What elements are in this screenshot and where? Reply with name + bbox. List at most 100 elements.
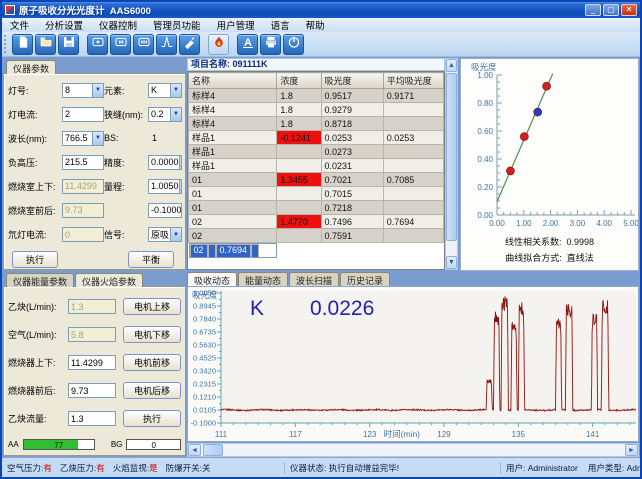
menu-item-file[interactable]: 文件 <box>2 18 37 32</box>
tab-flame-1[interactable]: 仪器火焰参数 <box>75 273 143 287</box>
tab-dynamic-0[interactable]: 吸收动态 <box>187 272 237 286</box>
param-label: 灯号: <box>8 84 62 97</box>
motor-button-2[interactable]: 电机前移 <box>123 354 181 371</box>
param-field-right-1[interactable]: 0.2▼ <box>148 107 182 122</box>
table-row[interactable]: 010.7218 <box>189 201 444 215</box>
param-field-left-0[interactable]: 8▼ <box>62 83 104 98</box>
param-field-left-2[interactable]: 766.5▼ <box>62 131 104 146</box>
power-button[interactable] <box>283 34 304 55</box>
tab-dynamic-2[interactable]: 波长扫描 <box>289 272 339 286</box>
new-file-icon <box>16 35 30 54</box>
wavelength-scan-button[interactable] <box>156 34 177 55</box>
param-field-right-4[interactable]: 1.0050▼ <box>148 179 182 194</box>
motor-button-3[interactable]: 电机后移 <box>123 382 181 399</box>
param-buttons: 执行 平衡 <box>8 249 182 268</box>
chevron-down-icon[interactable]: ▼ <box>92 132 103 145</box>
svg-text:0.00: 0.00 <box>489 219 505 228</box>
table-row[interactable]: 样品10.0273 <box>189 145 444 159</box>
tab-flame-0[interactable]: 仪器能量参数 <box>6 273 74 287</box>
param-field-right-6[interactable]: 原吸▼ <box>148 227 182 242</box>
flame-params-form: 乙炔(L/min):1.3电机上移空气(L/min):5.8电机下移燃烧器上下:… <box>8 297 181 428</box>
chevron-down-icon[interactable]: ▼ <box>170 84 181 97</box>
chevron-down-icon[interactable]: ▼ <box>170 108 181 121</box>
table-row[interactable]: 标样41.80.9279 <box>189 103 444 117</box>
menu-item-help[interactable]: 帮助 <box>298 18 333 32</box>
open-file-button[interactable] <box>35 34 56 55</box>
maximize-button[interactable]: ▢ <box>603 4 619 16</box>
menu-item-instrument-control[interactable]: 仪器控制 <box>91 18 145 32</box>
cell-avg-absorbance <box>383 187 443 201</box>
cell-absorbance: 0.9279 <box>321 103 383 117</box>
table-row[interactable]: 010.7015 <box>189 187 444 201</box>
calibration-y-axis-label: 吸光度 <box>471 61 497 73</box>
scroll-up-arrow-icon[interactable]: ▲ <box>446 59 457 72</box>
results-table: 名称浓度吸光度平均吸光度标样41.80.95170.9171标样41.80.92… <box>188 72 444 258</box>
table-row[interactable]: 011.34550.70210.7085 <box>189 173 444 187</box>
param-field-right-2: 1 <box>148 133 182 143</box>
param-field-right-3[interactable]: 0.0000▼ <box>148 155 182 170</box>
table-row[interactable]: 样品1-0.12410.02530.0253 <box>189 131 444 145</box>
scroll-thumb[interactable] <box>203 444 223 456</box>
motor-button-0[interactable]: 电机上移 <box>123 298 181 315</box>
interlock-item: 火焰监视:是 <box>113 463 158 473</box>
element-symbol: K <box>250 297 264 321</box>
menu-item-language[interactable]: 语言 <box>263 18 298 32</box>
table-row[interactable]: 标样41.80.8718 <box>189 117 444 131</box>
table-row[interactable]: 020.7591 <box>189 229 444 243</box>
svg-text:0.2315: 0.2315 <box>193 380 216 389</box>
svg-text:0.8945: 0.8945 <box>193 302 216 311</box>
tab-instrument-params[interactable]: 仪器参数 <box>6 60 56 74</box>
save-button[interactable] <box>58 34 79 55</box>
new-file-button[interactable] <box>12 34 33 55</box>
param-field-left-1[interactable]: 2 <box>62 107 104 122</box>
table-row[interactable]: 021.47700.74960.7694 <box>189 215 444 229</box>
scroll-left-arrow-icon[interactable]: ◄ <box>188 444 201 456</box>
autosampler-button[interactable]: A <box>237 34 258 55</box>
param-field-right-5[interactable]: -0.1000▼ <box>148 203 182 218</box>
table-row[interactable]: 020.7694 <box>189 243 277 258</box>
chevron-down-icon[interactable]: ▼ <box>179 180 182 193</box>
lamp-energy-button[interactable] <box>133 34 154 55</box>
close-button[interactable]: ✕ <box>621 4 637 16</box>
flame-field-4[interactable]: 1.3 <box>68 411 116 426</box>
column-header: 浓度 <box>277 73 321 89</box>
param-field-left-3[interactable]: 215.5 <box>62 155 104 170</box>
motor-button-4[interactable]: 执行 <box>123 410 181 427</box>
printer-button[interactable] <box>260 34 281 55</box>
flame-ignite-button[interactable] <box>208 34 229 55</box>
chevron-down-icon[interactable]: ▼ <box>92 84 103 97</box>
title-bar[interactable]: 原子吸收分光光度计 AAS6000 _ ▢ ✕ <box>2 2 640 18</box>
flame-label: 燃烧器上下: <box>8 356 68 369</box>
svg-text:0.60: 0.60 <box>477 127 493 136</box>
cell-absorbance: 0.7015 <box>321 187 383 201</box>
lamp-current-button[interactable] <box>87 34 108 55</box>
chevron-down-icon[interactable]: ▼ <box>179 156 182 169</box>
dynamic-chart-scrollbar[interactable]: ◄ ► <box>187 443 639 457</box>
tab-dynamic-3[interactable]: 历史记录 <box>340 272 390 286</box>
param-field-right-0-value: K <box>149 84 170 97</box>
tab-dynamic-1[interactable]: 能量动态 <box>238 272 288 286</box>
minimize-button[interactable]: _ <box>585 4 601 16</box>
save-icon <box>62 35 76 54</box>
instrument-params-panel: 仪器参数 灯号:8▼元素:K▼灯电流:2狭缝(nm):0.2▼波长(nm):76… <box>3 73 186 270</box>
lamp-position-button[interactable] <box>110 34 131 55</box>
balance-button[interactable]: 平衡 <box>128 251 174 268</box>
param-field-right-0[interactable]: K▼ <box>148 83 182 98</box>
scroll-down-arrow-icon[interactable]: ▼ <box>446 256 457 269</box>
param-field-right-3-value: 0.0000 <box>149 156 179 169</box>
burner-adjust-button[interactable] <box>179 34 200 55</box>
scroll-thumb[interactable] <box>446 73 457 241</box>
menu-item-user-management[interactable]: 用户管理 <box>209 18 263 32</box>
flame-field-3[interactable]: 9.73 <box>68 383 116 398</box>
motor-button-1[interactable]: 电机下移 <box>123 326 181 343</box>
menu-item-admin-functions[interactable]: 管理员功能 <box>145 18 209 32</box>
table-row[interactable]: 样品10.0231 <box>189 159 444 173</box>
results-table-scrollbar[interactable]: ▲ ▼ <box>445 58 458 270</box>
table-row[interactable]: 标样41.80.95170.9171 <box>189 89 444 103</box>
execute-button[interactable]: 执行 <box>12 251 58 268</box>
flame-field-2[interactable]: 11.4299 <box>68 355 116 370</box>
scroll-right-arrow-icon[interactable]: ► <box>625 444 638 456</box>
param-field-left-5: 9.73 <box>62 203 104 218</box>
chevron-down-icon[interactable]: ▼ <box>170 228 181 241</box>
menu-item-analysis-settings[interactable]: 分析设置 <box>37 18 91 32</box>
